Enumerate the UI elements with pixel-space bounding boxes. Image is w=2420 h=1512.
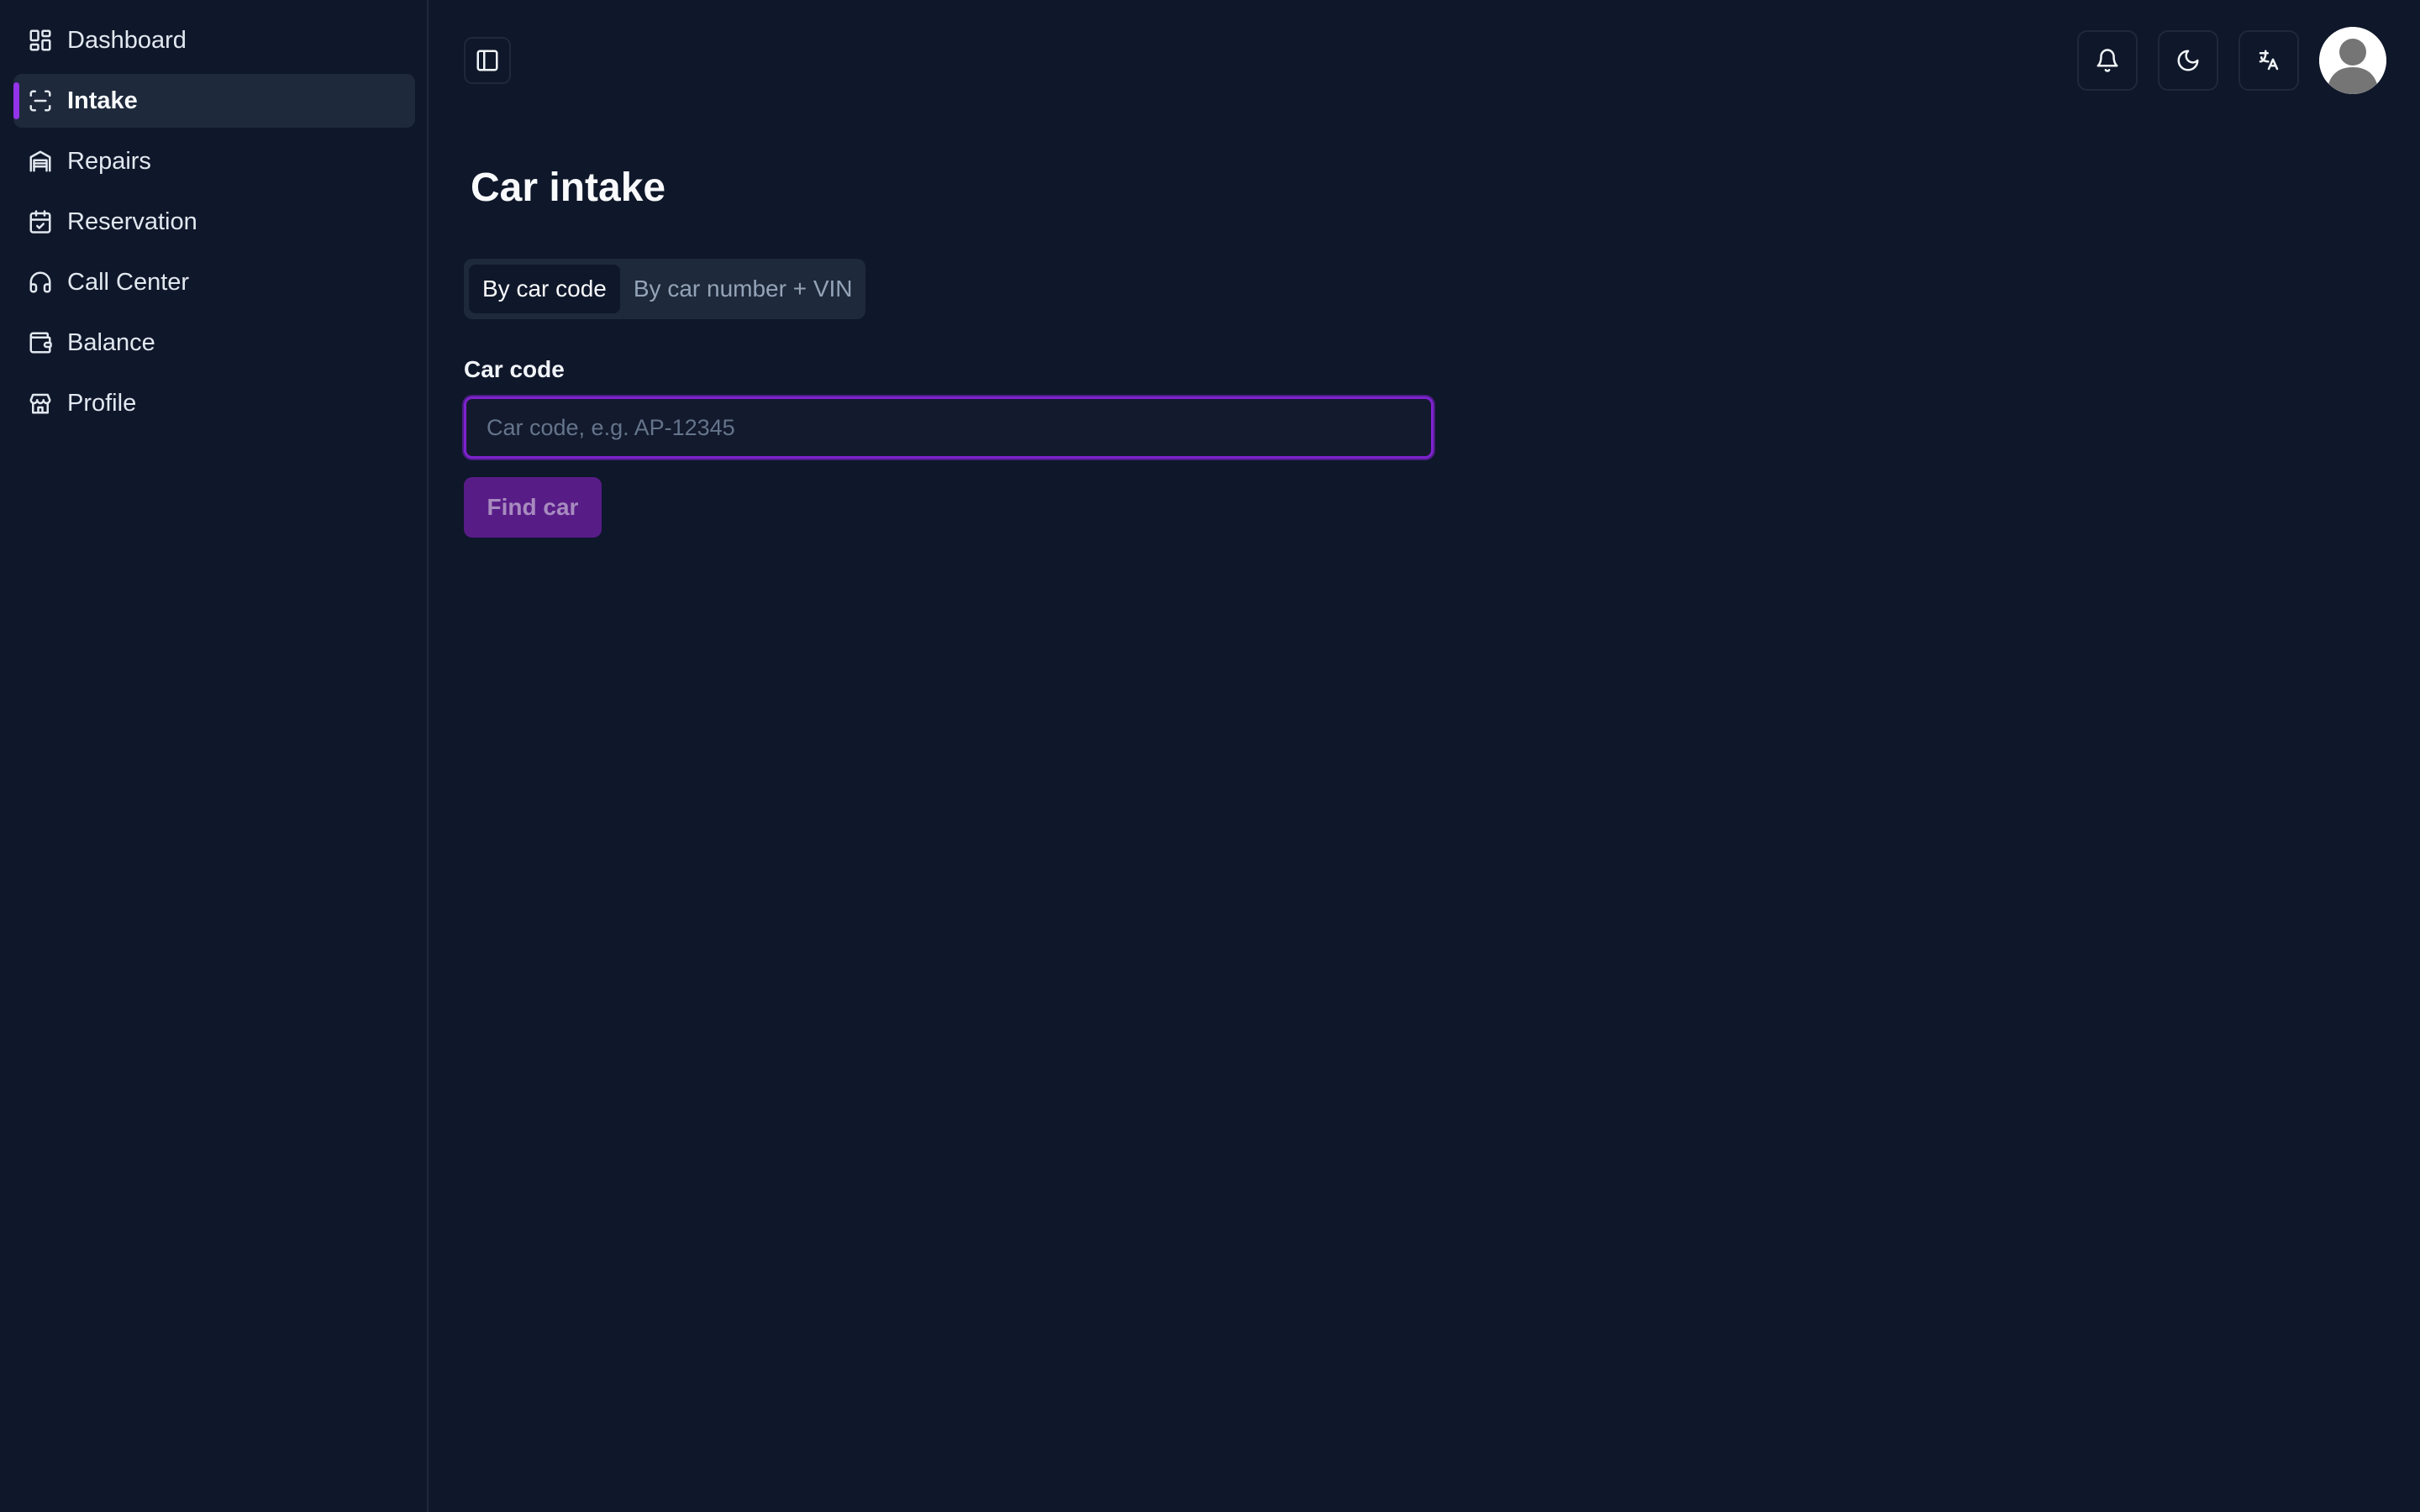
sidebar-item-repairs[interactable]: Repairs	[13, 134, 415, 188]
sidebar-item-label: Profile	[67, 389, 137, 417]
sidebar-item-label: Call Center	[67, 268, 190, 296]
user-avatar-button[interactable]	[2319, 27, 2386, 94]
panel-left-icon	[475, 48, 500, 73]
sidebar-item-profile[interactable]: Profile	[13, 376, 415, 430]
sidebar-item-intake[interactable]: Intake	[13, 74, 415, 128]
theme-toggle-button[interactable]	[2158, 30, 2218, 91]
wallet-icon	[27, 329, 54, 356]
search-mode-tabs: By car code By car number + VIN	[464, 259, 865, 319]
scan-icon	[27, 87, 54, 114]
car-code-label: Car code	[464, 356, 565, 382]
bell-icon	[2095, 48, 2120, 73]
sidebar-item-label: Balance	[67, 328, 155, 356]
sidebar-item-label: Repairs	[67, 147, 151, 175]
store-icon	[27, 390, 54, 417]
find-car-button[interactable]: Find car	[464, 477, 602, 538]
sidebar-item-label: Dashboard	[67, 26, 187, 54]
sidebar-toggle-button[interactable]	[464, 37, 511, 84]
headset-icon	[27, 269, 54, 296]
sidebar-item-call-center[interactable]: Call Center	[13, 255, 415, 309]
page-title: Car intake	[471, 165, 666, 210]
sidebar: Dashboard Intake Repairs Reservation Cal…	[0, 0, 429, 1512]
sidebar-item-label: Reservation	[67, 207, 197, 235]
tab-by-car-code[interactable]: By car code	[469, 265, 620, 313]
notifications-button[interactable]	[2077, 30, 2138, 91]
car-code-input[interactable]	[464, 396, 1434, 459]
moon-icon	[2175, 48, 2201, 73]
tab-by-car-number-vin[interactable]: By car number + VIN	[620, 265, 866, 313]
dashboard-icon	[27, 27, 54, 54]
language-button[interactable]	[2238, 30, 2299, 91]
sidebar-item-label: Intake	[67, 87, 138, 114]
sidebar-item-reservation[interactable]: Reservation	[13, 195, 415, 249]
garage-icon	[27, 148, 54, 175]
user-avatar-icon	[2319, 27, 2386, 94]
sidebar-nav: Dashboard Intake Repairs Reservation Cal…	[13, 13, 415, 437]
calendar-check-icon	[27, 208, 54, 235]
sidebar-item-dashboard[interactable]: Dashboard	[13, 13, 415, 67]
sidebar-item-balance[interactable]: Balance	[13, 316, 415, 370]
translate-icon	[2256, 48, 2281, 73]
